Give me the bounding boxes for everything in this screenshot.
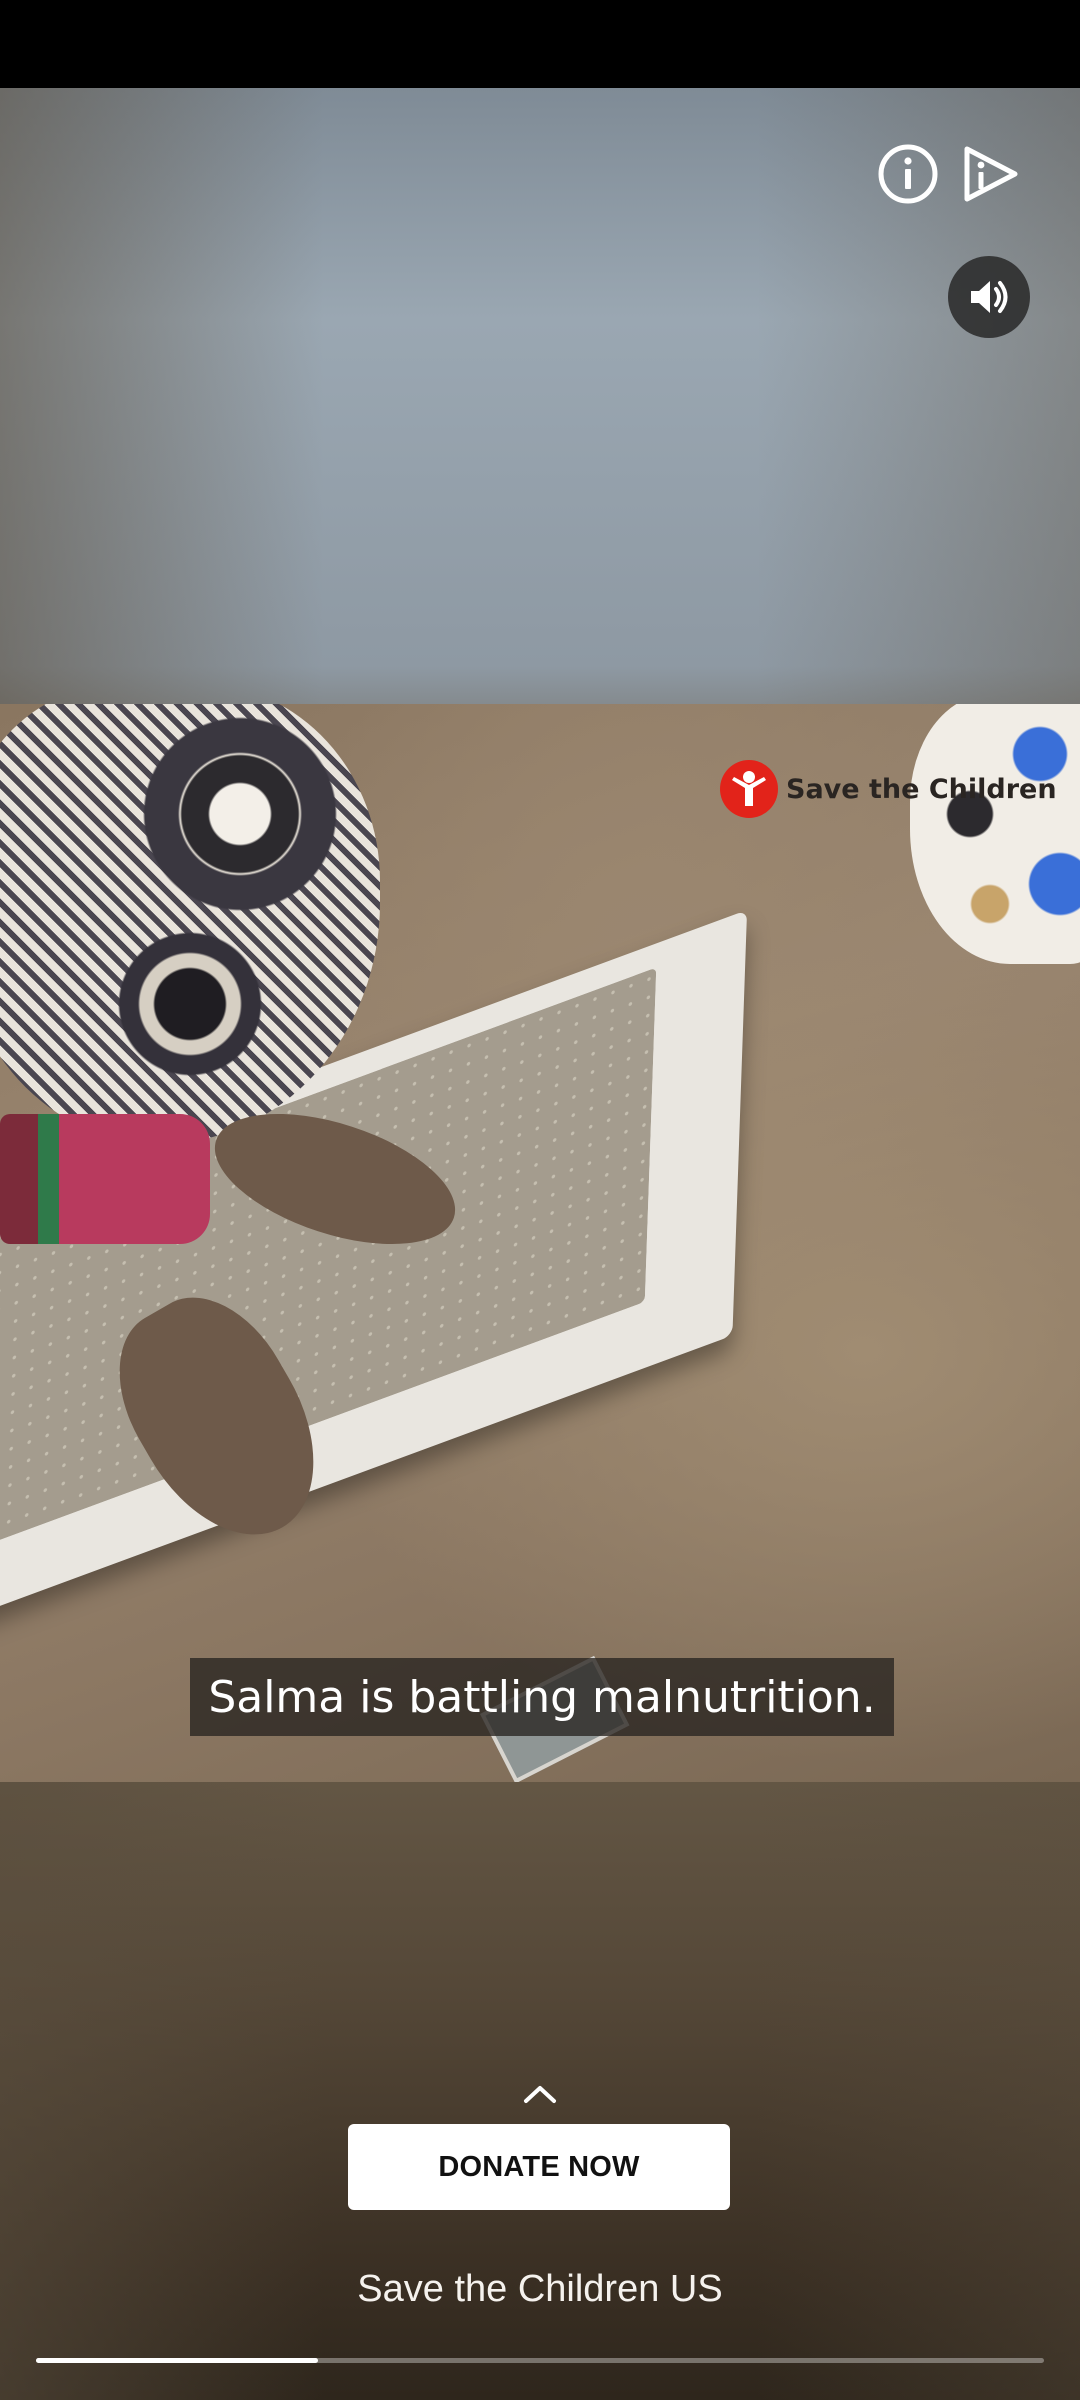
donate-now-button[interactable]: DONATE NOW <box>348 2124 730 2210</box>
expand-ad-button[interactable] <box>516 2076 564 2112</box>
sound-toggle-button[interactable] <box>948 256 1030 338</box>
status-bar <box>0 0 1080 88</box>
advertiser-name[interactable]: Save the Children US <box>0 2268 1080 2311</box>
video-caption: Salma is battling malnutrition. <box>190 1658 894 1736</box>
ad-progress-fill <box>36 2358 319 2363</box>
brand-logo-text: Save the Children <box>786 773 1057 805</box>
ad-progress-bar <box>36 2358 1044 2363</box>
ad-top-controls <box>872 138 1026 210</box>
video-player[interactable]: Save the Children Salma is battling maln… <box>0 704 1080 1782</box>
video-caption-text: Salma is battling malnutrition. <box>208 1671 876 1723</box>
chevron-up-icon <box>524 2086 556 2103</box>
info-circle-icon <box>878 144 938 204</box>
volume-on-icon <box>971 281 1008 313</box>
brand-logo: Save the Children <box>720 760 1057 818</box>
ad-screen: Save the Children Salma is battling maln… <box>0 0 1080 2400</box>
save-the-children-logo-icon <box>720 760 778 818</box>
adchoices-icon <box>964 146 1018 202</box>
adchoices-button[interactable] <box>954 138 1026 210</box>
pink-cloth <box>0 1114 210 1244</box>
info-button[interactable] <box>872 138 944 210</box>
patterned-cloth-right <box>910 704 1080 964</box>
